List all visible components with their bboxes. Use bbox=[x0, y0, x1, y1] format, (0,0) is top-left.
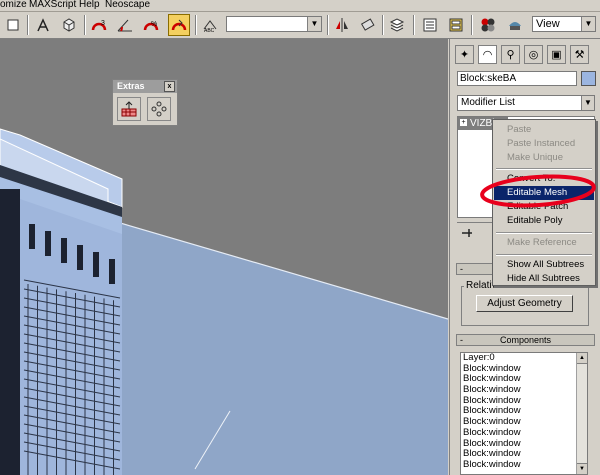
render-scene-icon[interactable] bbox=[504, 14, 526, 36]
percent-snap-icon[interactable]: % bbox=[140, 14, 162, 36]
modify-tab-icon[interactable]: ◠ bbox=[478, 45, 497, 64]
viewport-scene bbox=[0, 128, 448, 475]
named-selection-icon[interactable]: ABC bbox=[199, 14, 221, 36]
pin-stack-icon[interactable] bbox=[460, 226, 474, 240]
mirror-icon[interactable] bbox=[331, 14, 353, 36]
chevron-down-icon: ▼ bbox=[307, 17, 321, 31]
rollout-title: Components bbox=[499, 335, 552, 345]
modifier-list-dropdown[interactable]: Modifier List ▼ bbox=[457, 95, 595, 111]
extras-title-bar[interactable]: Extras x bbox=[113, 80, 177, 93]
scroll-down-icon[interactable]: ▼ bbox=[577, 463, 587, 474]
menu-help[interactable]: Help bbox=[79, 0, 100, 11]
menu-item-paste[interactable]: Paste bbox=[494, 123, 594, 137]
scroll-up-icon[interactable]: ▲ bbox=[577, 353, 587, 364]
create-tab-icon[interactable]: ✦ bbox=[455, 45, 474, 64]
components-list[interactable]: Layer:0 Block:window Block:window Block:… bbox=[460, 352, 588, 475]
menu-item-paste-instanced[interactable]: Paste Instanced bbox=[494, 137, 594, 151]
array-icon[interactable] bbox=[117, 97, 141, 121]
rollout-collapse-icon: - bbox=[460, 264, 463, 274]
svg-text:3: 3 bbox=[101, 20, 105, 27]
select-move-icon[interactable] bbox=[32, 14, 54, 36]
svg-text:ABC: ABC bbox=[204, 28, 215, 33]
rollout-collapse-icon: - bbox=[460, 335, 463, 345]
close-icon[interactable]: x bbox=[164, 81, 175, 92]
main-toolbar: 3 % ABC ▼ View ▼ bbox=[0, 12, 600, 39]
spinner-snap-icon[interactable] bbox=[168, 14, 190, 36]
components-scrollbar[interactable]: ▲ ▼ bbox=[576, 353, 587, 474]
extras-title: Extras bbox=[117, 81, 145, 91]
layers-icon[interactable] bbox=[386, 14, 408, 36]
reference-coord-dropdown[interactable]: View ▼ bbox=[532, 16, 596, 32]
object-name-field[interactable]: Block:skeBA bbox=[457, 71, 577, 86]
cube-icon[interactable] bbox=[58, 14, 80, 36]
perspective-viewport[interactable]: Extras x bbox=[0, 39, 448, 475]
modifier-list-label: Modifier List bbox=[461, 97, 515, 108]
extras-toolbar[interactable]: Extras x bbox=[112, 79, 178, 126]
menu-item-hide-all-subtrees[interactable]: Hide All Subtrees bbox=[494, 272, 594, 286]
menu-neoscape[interactable]: Neoscape bbox=[105, 0, 150, 11]
reference-coord-value: View bbox=[536, 18, 560, 30]
track-view-icon[interactable] bbox=[419, 14, 441, 36]
material-editor-icon[interactable] bbox=[477, 14, 499, 36]
menu-item-make-reference[interactable]: Make Reference bbox=[494, 236, 594, 250]
menu-item-editable-poly[interactable]: Editable Poly bbox=[494, 214, 594, 228]
menu-customize[interactable]: omize bbox=[0, 0, 27, 11]
chevron-down-icon: ▼ bbox=[581, 17, 595, 31]
menu-maxscript[interactable]: MAXScript bbox=[29, 0, 76, 11]
expand-icon[interactable]: + bbox=[460, 119, 467, 126]
display-tab-icon[interactable]: ▣ bbox=[547, 45, 566, 64]
object-color-swatch[interactable] bbox=[581, 71, 596, 86]
snap-3d-icon[interactable]: 3 bbox=[88, 14, 110, 36]
building-model bbox=[0, 128, 123, 475]
utilities-tab-icon[interactable]: ⚒ bbox=[570, 45, 589, 64]
menu-bar: omize MAXScript Help Neoscape bbox=[0, 0, 600, 12]
list-item[interactable]: Block:window bbox=[461, 459, 587, 471]
named-selection-dropdown[interactable]: ▼ bbox=[226, 16, 322, 32]
snapshot-icon[interactable] bbox=[147, 97, 171, 121]
adjust-geometry-button[interactable]: Adjust Geometry bbox=[476, 295, 573, 312]
align-icon[interactable] bbox=[357, 14, 379, 36]
motion-tab-icon[interactable]: ◎ bbox=[524, 45, 543, 64]
stack-item-label: VIZBl bbox=[470, 118, 495, 129]
chevron-down-icon: ▼ bbox=[581, 96, 594, 110]
rollout-components[interactable]: - Components bbox=[456, 334, 595, 346]
menu-item-make-unique[interactable]: Make Unique bbox=[494, 151, 594, 165]
hierarchy-tab-icon[interactable]: ⚲ bbox=[501, 45, 520, 64]
angle-snap-icon[interactable] bbox=[114, 14, 136, 36]
menu-item-show-all-subtrees[interactable]: Show All Subtrees bbox=[494, 258, 594, 272]
list-item[interactable]: Block:window bbox=[461, 427, 587, 439]
undo-icon[interactable] bbox=[2, 14, 24, 36]
svg-text:%: % bbox=[151, 21, 157, 28]
schematic-icon[interactable] bbox=[445, 14, 467, 36]
annotation-circle bbox=[480, 174, 596, 208]
